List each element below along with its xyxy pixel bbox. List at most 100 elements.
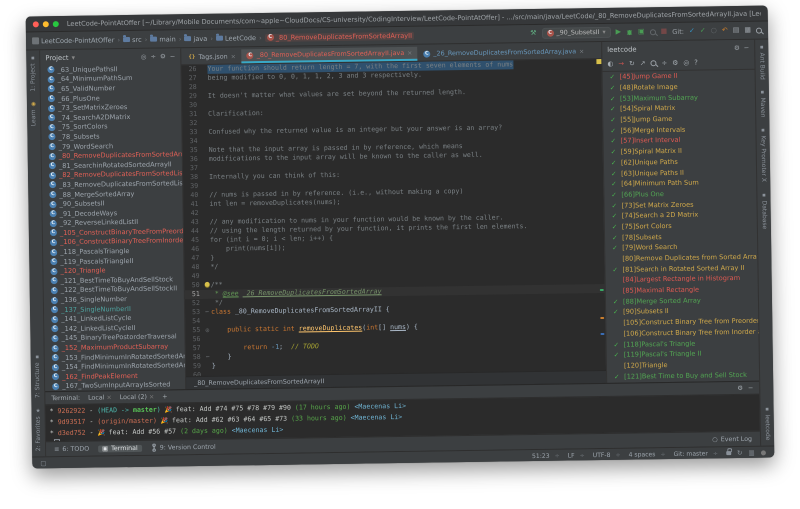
notifications-icon[interactable]: ● xyxy=(761,449,767,457)
refresh-icon[interactable]: ↻ xyxy=(629,59,635,67)
git-shelf-icon[interactable]: ▦ xyxy=(744,27,751,34)
git-rollback-icon[interactable]: ↶ xyxy=(722,27,728,34)
fold-marker xyxy=(202,209,210,218)
search-icon[interactable] xyxy=(650,60,656,66)
locate-file-icon[interactable]: ◎ xyxy=(141,52,147,60)
code-text: } xyxy=(210,254,214,263)
git-commit-icon[interactable]: ✓ xyxy=(700,27,706,34)
database-icon: ▪ xyxy=(762,192,766,198)
hide-panel-icon[interactable]: − xyxy=(748,384,753,391)
status-widget[interactable]: 51:23 xyxy=(532,452,560,459)
split-icon[interactable]: ÷ xyxy=(661,59,667,67)
version-control-tool-button[interactable]: 9: Version Control xyxy=(151,443,216,452)
terminal-tab-local-2[interactable]: Local (2)× xyxy=(120,393,155,401)
editor-tab[interactable]: C_80_RemoveDuplicatesFromSortedArrayII.j… xyxy=(242,47,418,64)
line-number: 48 xyxy=(184,263,202,272)
settings-icon[interactable]: ⚙ xyxy=(672,59,678,67)
tool-window-button-ant-build[interactable]: ▪Ant Build xyxy=(758,45,766,80)
project-file-tree[interactable]: C_63_UniquePathsIIC_64_MinimumPathSumC_6… xyxy=(40,63,185,391)
terminal-tab-local[interactable]: Local× xyxy=(88,394,112,401)
breadcrumb-item[interactable]: C_80_RemoveDuplicatesFromSortedArrayII xyxy=(265,31,414,41)
code-editor[interactable]: 26Your function should return length = 7… xyxy=(181,59,606,376)
git-history-icon[interactable]: ▤ xyxy=(733,27,740,34)
intention-bulb-icon[interactable] xyxy=(204,282,209,287)
tab-label: Tags.json xyxy=(198,53,227,61)
tool-window-button-7-structure[interactable]: ▪7: Structure xyxy=(34,355,42,399)
solved-check-icon: ✓ xyxy=(611,201,619,209)
close-tab-icon[interactable]: × xyxy=(231,53,236,60)
breadcrumb-item[interactable]: java xyxy=(184,34,207,42)
tool-window-button-2-favorites[interactable]: ★2: Favorites xyxy=(35,408,43,451)
terminal-settings-gear-icon[interactable]: ⚙ xyxy=(737,384,743,391)
leetcode-settings-gear-icon[interactable]: ⚙ xyxy=(734,43,740,51)
lock-icon[interactable] xyxy=(726,451,731,455)
tool-window-label: 1: Project xyxy=(29,63,36,91)
event-log-button[interactable]: ○ Event Log xyxy=(712,435,752,443)
line-number: 27 xyxy=(182,74,200,83)
chevron-down-icon[interactable]: ▾ xyxy=(72,53,76,61)
help-icon[interactable]: ? xyxy=(694,59,698,67)
hide-panel-icon[interactable]: − xyxy=(744,43,750,51)
line-number: 40 xyxy=(183,191,201,200)
tool-window-button-leetcode[interactable]: ▪leetcode xyxy=(764,407,772,441)
pick-icon[interactable]: ↗ xyxy=(640,59,646,67)
browser-icon[interactable]: ◐ xyxy=(607,60,613,68)
terminal-tool-button[interactable]: ▣ Terminal xyxy=(98,444,142,452)
zoom-window-button[interactable] xyxy=(53,21,59,27)
status-widget[interactable]: UTF-8 xyxy=(593,451,621,458)
run-configuration-select[interactable]: C _90_SubsetsII ▾ xyxy=(541,27,610,39)
run-button[interactable]: ▶ xyxy=(616,29,621,36)
git-update-icon[interactable]: ✓ xyxy=(689,28,695,35)
profiler-icon[interactable] xyxy=(650,29,656,35)
git-compare-icon[interactable]: ○ xyxy=(711,27,717,34)
breadcrumb-item[interactable]: main xyxy=(150,35,176,43)
breadcrumb-item[interactable]: LeetCode xyxy=(216,34,256,43)
position-icon[interactable]: ◎ xyxy=(683,59,689,67)
editor-tab[interactable]: C_26_RemoveDuplicatesFromSortedArray.jav… xyxy=(418,44,589,61)
project-panel-title[interactable]: Project xyxy=(45,53,68,61)
status-widget[interactable]: 4 spaces xyxy=(629,451,666,459)
breadcrumb-item[interactable]: LeetCode-PointAtOffer xyxy=(32,36,114,45)
file-name: _120_Triangle xyxy=(60,267,105,276)
status-widget[interactable]: Git: master xyxy=(674,450,719,458)
tool-window-button-maven[interactable]: ▪Maven xyxy=(759,90,766,118)
project-settings-gear-icon[interactable]: ⚙ xyxy=(160,52,166,60)
project-panel: Project ▾ ◎ ÷ ⚙ − C_63_UniquePathsIIC_64… xyxy=(40,48,186,391)
project-icon xyxy=(32,37,39,44)
file-name: _137_SingleNumberII xyxy=(61,305,131,314)
class-icon: C xyxy=(423,50,430,57)
solved-check-icon: ✓ xyxy=(611,148,619,156)
minimize-window-button[interactable] xyxy=(43,21,49,27)
hide-panel-icon[interactable]: − xyxy=(170,52,176,60)
indexing-icon[interactable]: ▥ xyxy=(748,449,754,457)
debug-bug-icon[interactable] xyxy=(626,29,633,36)
close-tab-icon[interactable]: × xyxy=(579,48,584,55)
leetcode-panel: leetcode ⚙ − ◐→↻↗÷⚙◎? ✓[45]Jump Game II✓… xyxy=(601,40,759,383)
status-widget[interactable]: LF xyxy=(568,452,585,459)
build-hammer-icon[interactable]: ⚒ xyxy=(530,30,536,37)
tool-window-button-key-promoter-x[interactable]: ▪Key Promoter X xyxy=(759,128,767,182)
folder-icon xyxy=(184,36,191,41)
logout-icon[interactable]: → xyxy=(618,60,624,68)
solved-check-icon: ✓ xyxy=(611,191,619,199)
tool-window-label: Maven xyxy=(759,98,766,118)
tool-window-button-database[interactable]: ▪Database xyxy=(760,192,768,229)
tool-window-button-learn[interactable]: ◉Learn xyxy=(30,102,37,127)
tool-window-button-1-project[interactable]: ▪1: Project xyxy=(29,55,37,91)
coverage-icon[interactable]: ▣ xyxy=(638,28,645,35)
search-everywhere-icon[interactable] xyxy=(756,27,762,33)
tool-window-toggle-icon[interactable]: ▢ xyxy=(40,459,46,467)
refresh-icon[interactable]: ↻ xyxy=(737,449,743,457)
close-tab-icon[interactable]: × xyxy=(407,49,412,56)
todo-tool-button[interactable]: ≡ 6: TODO xyxy=(54,445,89,453)
collapse-all-icon[interactable]: ÷ xyxy=(150,52,156,60)
line-number: 33 xyxy=(182,128,200,137)
close-window-button[interactable] xyxy=(33,21,39,27)
editor-tab[interactable]: {}Tags.json× xyxy=(183,49,241,64)
class-icon: C xyxy=(51,335,58,342)
new-terminal-tab-button[interactable]: + xyxy=(162,393,167,400)
leetcode-problem-list[interactable]: ✓[45]Jump Game II✓[48]Rotate Image✓[53]M… xyxy=(603,70,760,383)
leetcode-problem-item[interactable]: ✓[121]Best Time to Buy and Sell Stock xyxy=(614,369,759,382)
breadcrumb-item[interactable]: src xyxy=(123,35,142,43)
problem-title: [57]Insert Interval xyxy=(621,136,681,145)
